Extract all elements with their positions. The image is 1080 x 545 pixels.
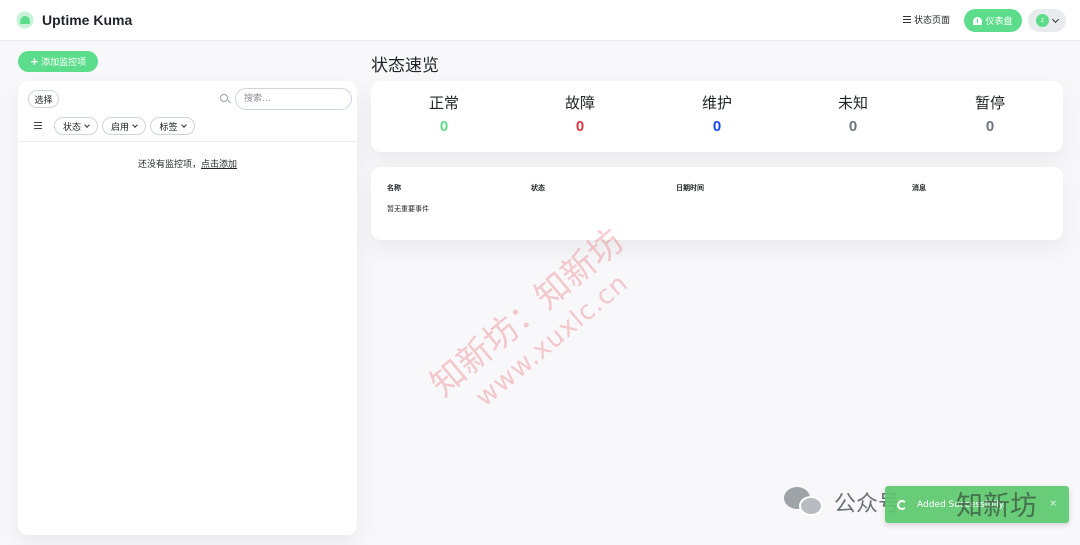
chevron-down-icon — [132, 122, 138, 128]
search-icon — [220, 94, 228, 102]
stat-value: 0 — [439, 118, 449, 135]
filter-active-label: 启用 — [110, 122, 129, 133]
profile-dropdown[interactable]: z — [1028, 9, 1066, 32]
stat-up: 正常 0 — [394, 92, 494, 135]
app-title[interactable]: Uptime Kuma — [42, 12, 132, 28]
spinner-icon — [897, 499, 907, 510]
stat-paused: 暂停 0 — [940, 92, 1040, 135]
add-monitor-link[interactable]: 点击添加 — [201, 160, 237, 170]
status-page-label: 状态页面 — [914, 16, 951, 26]
close-icon[interactable]: × — [1049, 499, 1057, 509]
tachometer-icon — [973, 16, 983, 25]
empty-monitor-message: 还没有监控项，点击添加 — [18, 157, 357, 170]
chevron-down-icon — [84, 122, 90, 128]
filter-status-label: 状态 — [62, 122, 81, 133]
plus-icon: + — [29, 55, 40, 68]
add-monitor-label: 添加监控项 — [41, 58, 87, 68]
stat-label: 维护 — [701, 94, 732, 112]
filter-menu-icon[interactable] — [34, 122, 42, 129]
stat-down: 故障 0 — [530, 92, 630, 135]
stat-value: 0 — [575, 118, 585, 135]
avatar: z — [1036, 14, 1049, 27]
stat-value: 0 — [712, 118, 722, 135]
stat-label: 未知 — [837, 94, 868, 112]
stat-maintenance: 维护 0 — [667, 92, 767, 135]
column-header-status: 状态 — [531, 184, 545, 192]
column-header-datetime: 日期时间 — [676, 184, 704, 192]
stat-label: 暂停 — [974, 94, 1005, 112]
stat-value: 0 — [848, 118, 858, 135]
wechat-icon — [784, 487, 826, 517]
brand-overlay: 知新坊 — [956, 491, 1037, 522]
page-title: 状态速览 — [371, 56, 439, 76]
filter-active[interactable]: 启用 — [102, 117, 146, 135]
column-header-name: 名称 — [387, 184, 401, 192]
search-input[interactable] — [235, 88, 352, 110]
empty-monitor-text: 还没有监控项， — [137, 160, 201, 170]
no-events-message: 暂无重要事件 — [387, 205, 429, 213]
uptime-kuma-logo-icon[interactable] — [16, 11, 34, 29]
filter-status[interactable]: 状态 — [54, 117, 98, 135]
dashboard-label: 仪表盘 — [985, 17, 1013, 27]
chevron-down-icon — [180, 122, 187, 128]
monitor-list-panel: 选择 状态 启用 标签 还没有监控项，点击添加 — [18, 81, 357, 535]
status-page-link[interactable]: 状态页面 — [903, 13, 950, 26]
stat-unknown: 未知 0 — [803, 92, 903, 135]
list-icon — [903, 16, 911, 23]
filter-tags[interactable]: 标签 — [150, 117, 195, 135]
stat-value: 0 — [985, 118, 995, 135]
stat-label: 故障 — [564, 94, 595, 112]
add-monitor-button[interactable]: + 添加监控项 — [18, 51, 98, 72]
column-header-message: 消息 — [912, 184, 926, 192]
filter-tags-label: 标签 — [159, 122, 178, 133]
stat-label: 正常 — [428, 94, 459, 112]
chevron-down-icon — [1051, 15, 1060, 23]
top-navbar: Uptime Kuma 状态页面 仪表盘 z — [0, 0, 1080, 41]
stats-card: 正常 0 故障 0 维护 0 未知 0 暂停 0 — [371, 81, 1063, 152]
important-events-table: 名称 状态 日期时间 消息 暂无重要事件 — [371, 167, 1063, 240]
select-button[interactable]: 选择 — [28, 90, 59, 108]
divider — [18, 141, 357, 142]
dashboard-button[interactable]: 仪表盘 — [964, 9, 1022, 32]
